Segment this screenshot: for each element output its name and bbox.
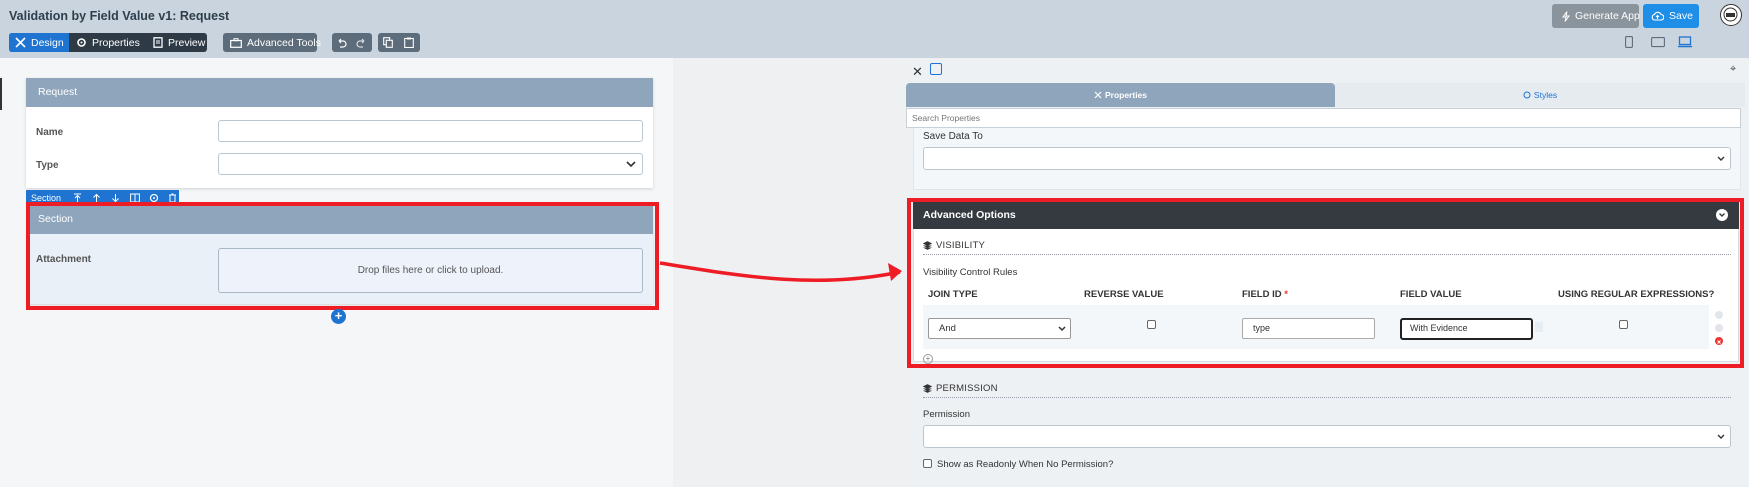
redo-button[interactable]: [350, 33, 372, 52]
generate-app-button[interactable]: Generate App: [1552, 4, 1640, 28]
move-to-top-icon[interactable]: [73, 193, 82, 203]
preview-label: Preview: [168, 36, 206, 49]
design-mode-button[interactable]: Design: [9, 33, 69, 52]
design-icon: [15, 37, 26, 48]
user-avatar[interactable]: [1720, 4, 1742, 26]
settings-icon[interactable]: [149, 193, 159, 203]
paste-button[interactable]: [398, 33, 420, 52]
chevron-down-icon: [1717, 156, 1725, 161]
lightning-icon: [1562, 10, 1570, 22]
columns-icon[interactable]: [130, 193, 140, 203]
type-select[interactable]: [218, 153, 643, 175]
close-icon[interactable]: ✕: [912, 64, 923, 80]
design-label: Design: [31, 36, 64, 49]
permission-label: Permission: [923, 409, 970, 420]
search-properties-input[interactable]: [906, 108, 1741, 128]
properties-label: Properties: [92, 36, 140, 49]
tab-styles[interactable]: Styles: [1335, 83, 1745, 107]
advanced-tools-label: Advanced Tools: [247, 36, 321, 49]
add-component-button[interactable]: +: [331, 309, 346, 324]
request-section-header: Request: [26, 78, 653, 107]
save-data-to-select[interactable]: [923, 147, 1731, 170]
styles-tab-icon: [1523, 91, 1531, 99]
permission-heading-text: PERMISSION: [936, 383, 998, 394]
paste-icon: [404, 37, 414, 48]
chevron-down-icon: [626, 161, 636, 168]
generate-app-label: Generate App: [1575, 10, 1640, 22]
copy-button[interactable]: [378, 33, 398, 52]
checkbox-icon[interactable]: [930, 63, 942, 75]
properties-mode-button[interactable]: Properties: [69, 33, 147, 52]
permission-divider: [923, 397, 1731, 398]
preview-mode-button[interactable]: Preview: [147, 33, 207, 52]
permission-select[interactable]: [923, 425, 1731, 448]
document-icon: [153, 37, 163, 48]
tablet-view-icon[interactable]: [1651, 36, 1665, 48]
readonly-checkbox[interactable]: [923, 459, 932, 468]
permission-heading: PERMISSION: [923, 383, 998, 394]
desktop-view-icon[interactable]: [1678, 36, 1692, 48]
arrow-down-icon[interactable]: [111, 193, 120, 203]
mobile-view-icon[interactable]: [1625, 36, 1633, 48]
toolbox-icon: [230, 37, 242, 48]
undo-icon: [338, 38, 347, 48]
redo-icon: [355, 38, 364, 48]
tab-styles-label: Styles: [1533, 90, 1558, 100]
copy-icon: [383, 37, 393, 48]
request-section[interactable]: Request Name Type: [26, 78, 653, 188]
name-input[interactable]: [218, 120, 643, 142]
advanced-options-highlight-box: [907, 198, 1744, 368]
avatar-badge-icon: [1723, 7, 1738, 22]
name-label: Name: [36, 127, 64, 138]
tab-properties-label: Properties: [1104, 90, 1148, 100]
canvas-left-rail: [0, 78, 2, 110]
undo-button[interactable]: [332, 33, 350, 52]
annotation-arrow: [659, 261, 902, 283]
trash-icon[interactable]: [168, 193, 177, 203]
type-label: Type: [36, 160, 59, 171]
advanced-tools-button[interactable]: Advanced Tools: [223, 33, 321, 52]
save-label: Save: [1669, 10, 1693, 22]
mode-switcher: Design Properties Preview: [9, 33, 207, 52]
readonly-checkbox-label: Show as Readonly When No Permission?: [937, 459, 1114, 470]
chevron-down-icon: [1717, 434, 1725, 439]
properties-tab-icon: [1094, 91, 1102, 99]
section-toolbar-label: Section: [31, 192, 62, 203]
arrow-up-icon[interactable]: [92, 193, 101, 203]
save-data-to-label: Save Data To: [923, 131, 983, 142]
pin-icon[interactable]: ⌖: [1730, 63, 1736, 76]
section-highlight-box: [26, 202, 659, 310]
gear-icon: [77, 38, 86, 47]
app-title: Validation by Field Value v1: Request: [9, 9, 230, 23]
save-button[interactable]: Save: [1643, 4, 1699, 28]
layers-icon: [923, 384, 932, 393]
cloud-upload-icon: [1651, 11, 1664, 21]
tab-properties[interactable]: Properties: [906, 83, 1335, 107]
